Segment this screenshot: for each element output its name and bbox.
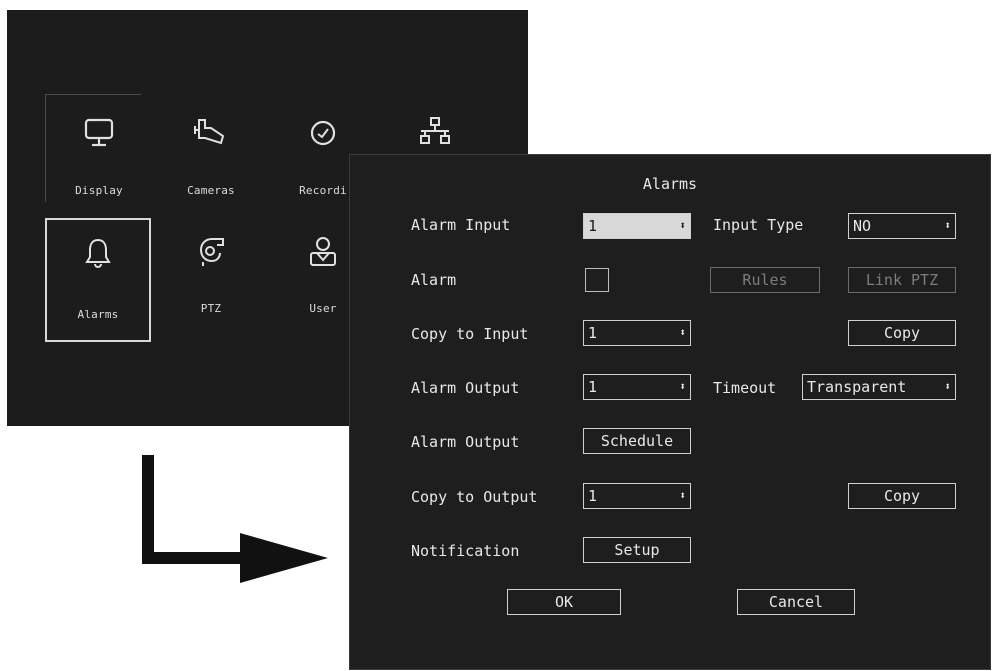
clock-icon: [310, 120, 336, 146]
cancel-button[interactable]: Cancel: [737, 589, 855, 615]
copy-to-output-value: 1: [588, 487, 598, 505]
menu-item-label: Display: [75, 184, 123, 197]
menu-focus-border-top: [45, 94, 141, 95]
spinner-arrows-icon: ⬍: [679, 326, 686, 339]
timeout-select[interactable]: Transparent ⬍: [802, 374, 956, 400]
link-ptz-button[interactable]: Link PTZ: [848, 267, 956, 293]
menu-focus-border: [45, 94, 46, 202]
copy-to-input-value: 1: [588, 324, 598, 342]
menu-item-ptz[interactable]: PTZ: [159, 218, 263, 338]
camera-icon: [194, 119, 225, 145]
spinner-arrows-icon: ⬍: [679, 219, 686, 232]
menu-item-alarms[interactable]: Alarms: [45, 218, 151, 342]
copy-input-button[interactable]: Copy: [848, 320, 956, 346]
alarm-input-label: Alarm Input: [411, 216, 511, 234]
input-type-value: NO: [853, 217, 872, 235]
alarm-output-value: 1: [588, 378, 598, 396]
copy-to-output-label: Copy to Output: [411, 488, 538, 506]
menu-item-cameras[interactable]: Cameras: [159, 100, 263, 220]
input-type-label: Input Type: [713, 216, 804, 234]
monitor-icon: [84, 118, 114, 147]
alarm-input-value: 1: [588, 217, 598, 235]
ok-button[interactable]: OK: [507, 589, 621, 615]
spinner-arrows-icon: ⬍: [679, 380, 686, 393]
flow-arrow-icon: [142, 455, 328, 583]
alarm-label: Alarm: [411, 271, 457, 289]
menu-item-label: PTZ: [200, 302, 222, 315]
network-icon: [420, 117, 450, 144]
copy-to-input-label: Copy to Input: [411, 325, 529, 343]
input-type-select[interactable]: NO ⬍: [848, 213, 956, 239]
alarm-input-select[interactable]: 1 ⬍: [583, 213, 691, 239]
timeout-label: Timeout: [713, 379, 777, 397]
menu-item-label: Cameras: [187, 184, 235, 197]
user-icon: [310, 237, 336, 266]
timeout-value: Transparent: [807, 378, 907, 396]
notification-label: Notification: [411, 542, 520, 560]
alarm-output-label: Alarm Output: [411, 379, 520, 397]
spinner-arrows-icon: ⬍: [944, 380, 951, 393]
dialog-title: Alarms: [642, 175, 698, 193]
ptz-camera-icon: [200, 238, 224, 266]
alarms-dialog: Alarms Alarm Input 1 ⬍ Input Type NO ⬍ A…: [349, 154, 991, 670]
menu-item-display[interactable]: Display: [47, 100, 151, 220]
alarm-output-schedule-label: Alarm Output: [411, 433, 520, 451]
copy-to-input-select[interactable]: 1 ⬍: [583, 320, 691, 346]
bell-icon: [85, 238, 111, 268]
schedule-button[interactable]: Schedule: [583, 428, 691, 454]
spinner-arrows-icon: ⬍: [944, 219, 951, 232]
alarm-checkbox[interactable]: [585, 268, 609, 292]
rules-button[interactable]: Rules: [710, 267, 820, 293]
alarm-output-select[interactable]: 1 ⬍: [583, 374, 691, 400]
copy-to-output-select[interactable]: 1 ⬍: [583, 483, 691, 509]
menu-item-label: Alarms: [77, 308, 119, 321]
setup-button[interactable]: Setup: [583, 537, 691, 563]
copy-output-button[interactable]: Copy: [848, 483, 956, 509]
spinner-arrows-icon: ⬍: [679, 489, 686, 502]
